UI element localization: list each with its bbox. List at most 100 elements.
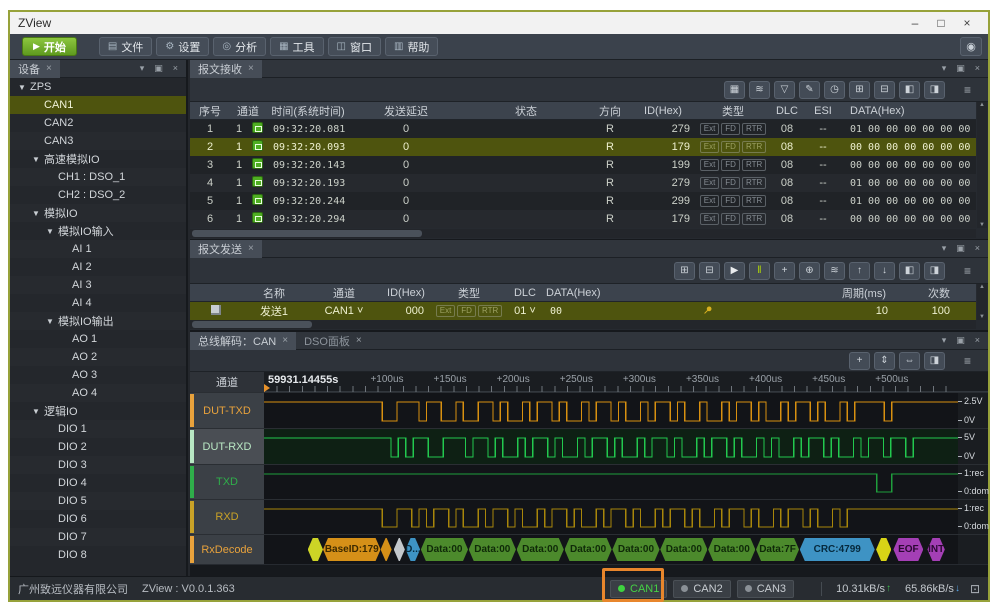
channel-label-DUT-RXD[interactable]: DUT-RXD: [190, 428, 264, 464]
column-header-10[interactable]: DATA(Hex): [842, 105, 976, 117]
expand-arrow-icon[interactable]: ▼: [32, 407, 44, 416]
tree-item-DIO-5[interactable]: DIO 5: [10, 492, 186, 510]
tree-item-AO-2[interactable]: AO 2: [10, 348, 186, 366]
tree-item-模拟IO[interactable]: ▼模拟IO: [10, 204, 186, 222]
tree-item-CAN3[interactable]: CAN3: [10, 132, 186, 150]
column-header-1[interactable]: 名称: [242, 285, 306, 301]
close-icon[interactable]: ×: [46, 63, 52, 74]
export-data-icon[interactable]: ◨: [924, 81, 945, 99]
cursor-icon[interactable]: +: [849, 352, 870, 370]
toolbar-button-文件[interactable]: ▤文件: [99, 37, 152, 56]
table-row[interactable]: 2109:32:20.093 0880R179ExtFDRTR08--00 00…: [190, 138, 976, 156]
column-header-5[interactable]: DLC: [508, 287, 542, 299]
channel-label-TXD[interactable]: TXD: [190, 464, 264, 499]
column-header-5[interactable]: 方向: [590, 103, 630, 119]
table-row[interactable]: 3109:32:20.143 5020R199ExtFDRTR08--00 00…: [190, 156, 976, 174]
tree-item-DIO-8[interactable]: DIO 8: [10, 546, 186, 564]
close-button[interactable]: ×: [954, 14, 980, 32]
receive-horizontal-scrollbar[interactable]: [190, 229, 976, 238]
maximize-button[interactable]: □: [928, 14, 954, 32]
column-header-0[interactable]: 序号: [190, 103, 230, 119]
column-header-3[interactable]: ID(Hex): [382, 287, 430, 299]
channel-label-RXD[interactable]: RXD: [190, 499, 264, 534]
column-header-7[interactable]: 类型: [696, 103, 770, 119]
tree-item-CH1-DSO_1[interactable]: CH1 : DSO_1: [10, 168, 186, 186]
start-button[interactable]: ▶ 开始: [22, 37, 77, 56]
timer-icon[interactable]: ◷: [824, 81, 845, 99]
column-header-7[interactable]: 周期(ms): [748, 285, 900, 301]
expand-arrow-icon[interactable]: ▼: [32, 209, 44, 218]
tree-item-模拟IO输出[interactable]: ▼模拟IO输出: [10, 312, 186, 330]
float-icon[interactable]: ▣: [154, 63, 163, 74]
panel-menu-icon[interactable]: ≡: [957, 352, 978, 370]
tree-item-DIO-4[interactable]: DIO 4: [10, 474, 186, 492]
save-image-icon[interactable]: ◨: [924, 352, 945, 370]
screenshot-button[interactable]: ◉: [960, 37, 982, 56]
tree-item-CH2-DSO_2[interactable]: CH2 : DSO_2: [10, 186, 186, 204]
export-data-icon[interactable]: ◨: [924, 262, 945, 280]
table-row[interactable]: 4109:32:20.193 9130R279ExtFDRTR08--01 00…: [190, 174, 976, 192]
close-icon[interactable]: ×: [356, 335, 362, 346]
dlc-select[interactable]: 01 ˅: [508, 305, 542, 317]
tree-item-CAN1[interactable]: CAN1: [10, 96, 186, 114]
frame-format-icon[interactable]: ⊟: [699, 262, 720, 280]
dropdown-icon[interactable]: ▾: [942, 63, 947, 74]
save-icon[interactable]: ▦: [724, 81, 745, 99]
tab-bus-decode[interactable]: 总线解码：CAN×: [190, 332, 296, 350]
tab-send[interactable]: 报文发送 ×: [190, 240, 262, 258]
toolbar-button-设置[interactable]: ⚙设置: [156, 37, 209, 56]
tab-devices[interactable]: 设备 ×: [10, 60, 60, 78]
expand-arrow-icon[interactable]: ▼: [32, 155, 44, 164]
expand-arrow-icon[interactable]: ▼: [46, 317, 58, 326]
tab-receive[interactable]: 报文接收 ×: [190, 60, 262, 78]
scrollbar-thumb[interactable]: [192, 321, 312, 328]
status-channel-CAN2[interactable]: CAN2: [673, 580, 730, 598]
tree-item-CAN2[interactable]: CAN2: [10, 114, 186, 132]
tree-item-高速模拟IO[interactable]: ▼高速模拟IO: [10, 150, 186, 168]
column-header-9[interactable]: ESI: [804, 105, 842, 117]
frame-format-icon[interactable]: ⊟: [874, 81, 895, 99]
panel-menu-icon[interactable]: ≡: [957, 262, 978, 280]
fit-horizontal-icon[interactable]: ⇔: [899, 352, 920, 370]
channel-select[interactable]: CAN1 ˅: [306, 305, 382, 317]
close-icon[interactable]: ×: [975, 335, 980, 346]
send-horizontal-scrollbar[interactable]: [190, 320, 976, 329]
column-header-8[interactable]: 次数: [900, 285, 976, 301]
float-icon[interactable]: ▣: [956, 63, 965, 74]
tree-item-AI-4[interactable]: AI 4: [10, 294, 186, 312]
status-channel-CAN1[interactable]: CAN1: [610, 580, 667, 598]
id-format-icon[interactable]: ⊞: [674, 262, 695, 280]
column-header-6[interactable]: ID(Hex): [630, 105, 696, 117]
status-channel-CAN3[interactable]: CAN3: [737, 580, 794, 598]
tree-item-DIO-2[interactable]: DIO 2: [10, 438, 186, 456]
tree-item-AO-3[interactable]: AO 3: [10, 366, 186, 384]
tree-item-DIO-6[interactable]: DIO 6: [10, 510, 186, 528]
add-list-icon[interactable]: ⊕: [799, 262, 820, 280]
mark-icon[interactable]: ✎: [799, 81, 820, 99]
tree-item-DIO-3[interactable]: DIO 3: [10, 456, 186, 474]
toolbar-button-分析[interactable]: ◎分析: [213, 37, 266, 56]
tree-item-DIO-1[interactable]: DIO 1: [10, 420, 186, 438]
column-header-8[interactable]: DLC: [770, 105, 804, 117]
id-format-icon[interactable]: ⊞: [849, 81, 870, 99]
table-row[interactable]: 6109:32:20.294 7460R179ExtFDRTR08--00 00…: [190, 210, 976, 228]
close-icon[interactable]: ×: [975, 63, 980, 74]
tree-item-模拟IO输入[interactable]: ▼模拟IO输入: [10, 222, 186, 240]
tree-item-ZPS[interactable]: ▼ZPS: [10, 78, 186, 96]
close-icon[interactable]: ×: [282, 335, 288, 346]
tree-item-逻辑IO[interactable]: ▼逻辑IO: [10, 402, 186, 420]
float-icon[interactable]: ▣: [956, 335, 965, 346]
filter-icon[interactable]: ▽: [774, 81, 795, 99]
fit-vertical-icon[interactable]: ⇕: [874, 352, 895, 370]
tree-item-AI-3[interactable]: AI 3: [10, 276, 186, 294]
tree-item-DIO-7[interactable]: DIO 7: [10, 528, 186, 546]
table-row[interactable]: 5109:32:20.244 3270R299ExtFDRTR08--01 00…: [190, 192, 976, 210]
column-header-3[interactable]: 发送延迟: [350, 103, 462, 119]
tree-item-AO-4[interactable]: AO 4: [10, 384, 186, 402]
add-frame-icon[interactable]: +: [774, 262, 795, 280]
receive-vertical-scrollbar[interactable]: ▲▼: [977, 102, 987, 228]
minimize-button[interactable]: –: [902, 14, 928, 32]
panel-menu-icon[interactable]: ≡: [957, 81, 978, 99]
save-data-icon[interactable]: ◧: [899, 81, 920, 99]
toolbar-button-工具[interactable]: ▦工具: [270, 37, 323, 56]
